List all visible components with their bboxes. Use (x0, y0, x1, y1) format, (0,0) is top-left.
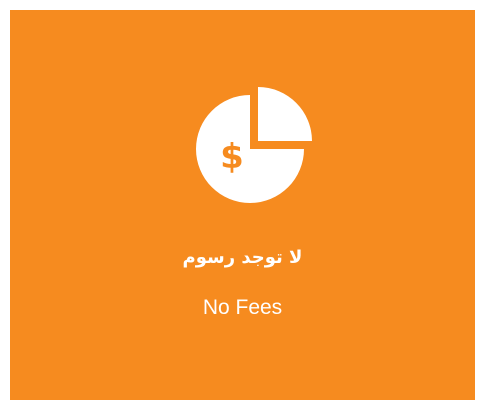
svg-text:$: $ (220, 137, 244, 177)
title-arabic: لا توجد رسوم (182, 247, 303, 268)
no-fees-tile: $ لا توجد رسوم No Fees (10, 10, 475, 400)
page: $ لا توجد رسوم No Fees (0, 0, 484, 400)
pie-chart-dollar-icon: $ (196, 87, 312, 203)
title-english: No Fees (202, 296, 283, 319)
